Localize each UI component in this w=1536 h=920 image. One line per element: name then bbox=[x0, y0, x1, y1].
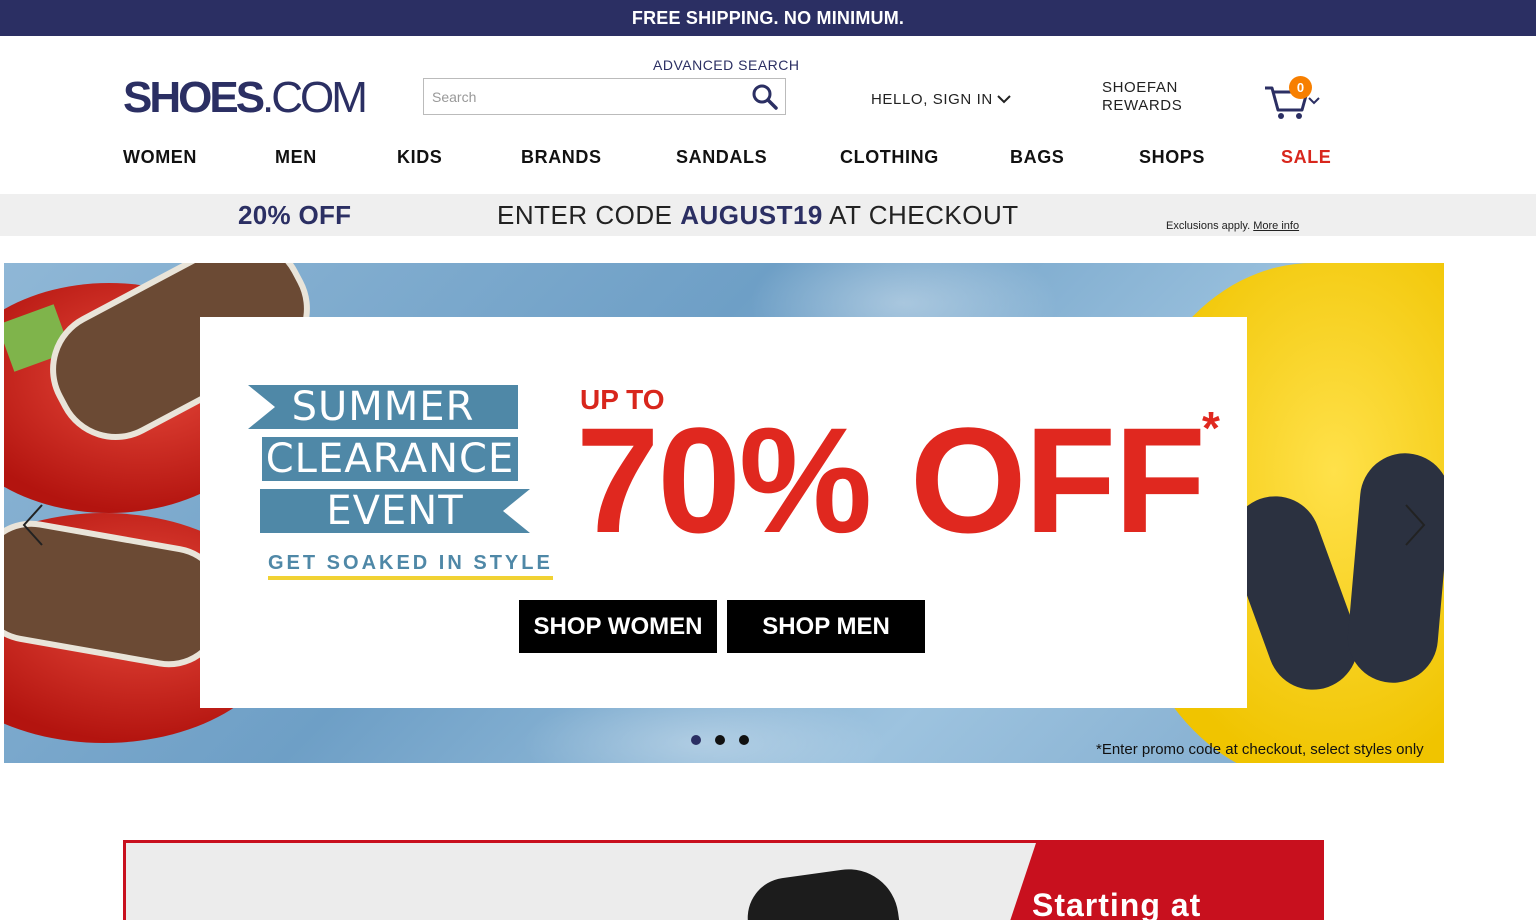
advanced-search-link[interactable]: ADVANCED SEARCH bbox=[653, 57, 800, 73]
nav-women[interactable]: WOMEN bbox=[123, 147, 197, 168]
carousel-dot[interactable] bbox=[739, 735, 749, 745]
logo-text-light: .COM bbox=[262, 73, 368, 122]
chevron-right-icon[interactable] bbox=[1402, 503, 1428, 547]
free-shipping-text: FREE SHIPPING. NO MINIMUM. bbox=[631, 7, 905, 28]
sign-in-menu[interactable]: HELLO, SIGN IN bbox=[871, 91, 1011, 108]
ribbon-line-2: CLEARANCE bbox=[262, 437, 518, 481]
more-info-link[interactable]: More info bbox=[1253, 220, 1299, 232]
hero-promo-card: SUMMER CLEARANCE EVENT GET SOAKED IN STY… bbox=[200, 317, 1247, 708]
carousel-dot[interactable] bbox=[691, 735, 701, 745]
chevron-left-icon[interactable] bbox=[20, 503, 46, 547]
nav-sale[interactable]: SALE bbox=[1281, 147, 1331, 168]
nav-sandals[interactable]: SANDALS bbox=[676, 147, 767, 168]
summer-clearance-ribbon: SUMMER CLEARANCE EVENT bbox=[248, 385, 530, 535]
carousel-dot[interactable] bbox=[715, 735, 725, 745]
cart-icon bbox=[1262, 86, 1326, 126]
free-shipping-banner[interactable]: FREE SHIPPING. NO MINIMUM. bbox=[0, 0, 1536, 36]
sneaker-image bbox=[742, 862, 900, 920]
shop-women-button[interactable]: SHOP WOMEN bbox=[519, 600, 717, 653]
discount-asterisk: * bbox=[1202, 402, 1220, 454]
nav-shops[interactable]: SHOPS bbox=[1139, 147, 1205, 168]
hero-carousel[interactable]: SUMMER CLEARANCE EVENT GET SOAKED IN STY… bbox=[4, 263, 1444, 763]
hero-footnote: *Enter promo code at checkout, select st… bbox=[1096, 741, 1424, 758]
cart-count-badge: 0 bbox=[1289, 76, 1312, 99]
starting-at-text: Starting at bbox=[1032, 887, 1202, 920]
promo-code: AUGUST19 bbox=[680, 200, 823, 230]
nav-men[interactable]: MEN bbox=[275, 147, 317, 168]
nav-brands[interactable]: BRANDS bbox=[521, 147, 602, 168]
search-input[interactable] bbox=[424, 79, 760, 114]
logo-text-bold: SHOES bbox=[123, 73, 265, 122]
nav-clothing[interactable]: CLOTHING bbox=[840, 147, 939, 168]
sign-in-label: HELLO, SIGN IN bbox=[871, 91, 993, 108]
secondary-promo-banner[interactable]: Starting at bbox=[123, 840, 1324, 920]
ribbon-line-1: SUMMER bbox=[248, 385, 518, 429]
ribbon-line-3: EVENT bbox=[260, 489, 530, 533]
search-icon[interactable] bbox=[751, 83, 779, 111]
rewards-line1: SHOEFAN bbox=[1102, 79, 1178, 96]
exclusions-note: Exclusions apply. More info bbox=[1166, 220, 1299, 232]
hero-tagline: GET SOAKED IN STYLE bbox=[268, 552, 553, 580]
main-nav: WOMEN MEN KIDS BRANDS SANDALS CLOTHING B… bbox=[0, 147, 1536, 173]
carousel-dots bbox=[691, 735, 749, 745]
hero-discount: 70% OFF bbox=[576, 396, 1206, 564]
search-box bbox=[423, 78, 786, 115]
promo-code-message: ENTER CODE AUGUST19 AT CHECKOUT bbox=[497, 200, 1019, 231]
promo-discount: 20% OFF bbox=[238, 200, 352, 230]
shop-men-button[interactable]: SHOP MEN bbox=[727, 600, 925, 653]
chevron-down-icon bbox=[997, 91, 1011, 108]
rewards-line2: REWARDS bbox=[1102, 97, 1183, 114]
nav-kids[interactable]: KIDS bbox=[397, 147, 442, 168]
promo-code-prefix: ENTER CODE bbox=[497, 200, 681, 230]
promo-strip: 20% OFF ENTER CODE AUGUST19 AT CHECKOUT … bbox=[0, 194, 1536, 236]
nav-bags[interactable]: BAGS bbox=[1010, 147, 1064, 168]
site-logo[interactable]: SHOES.COM bbox=[123, 73, 368, 122]
promo-code-suffix: AT CHECKOUT bbox=[822, 200, 1019, 230]
shoefan-rewards-link[interactable]: SHOEFAN REWARDS bbox=[1102, 79, 1202, 115]
exclusions-text: Exclusions apply. bbox=[1166, 220, 1251, 232]
